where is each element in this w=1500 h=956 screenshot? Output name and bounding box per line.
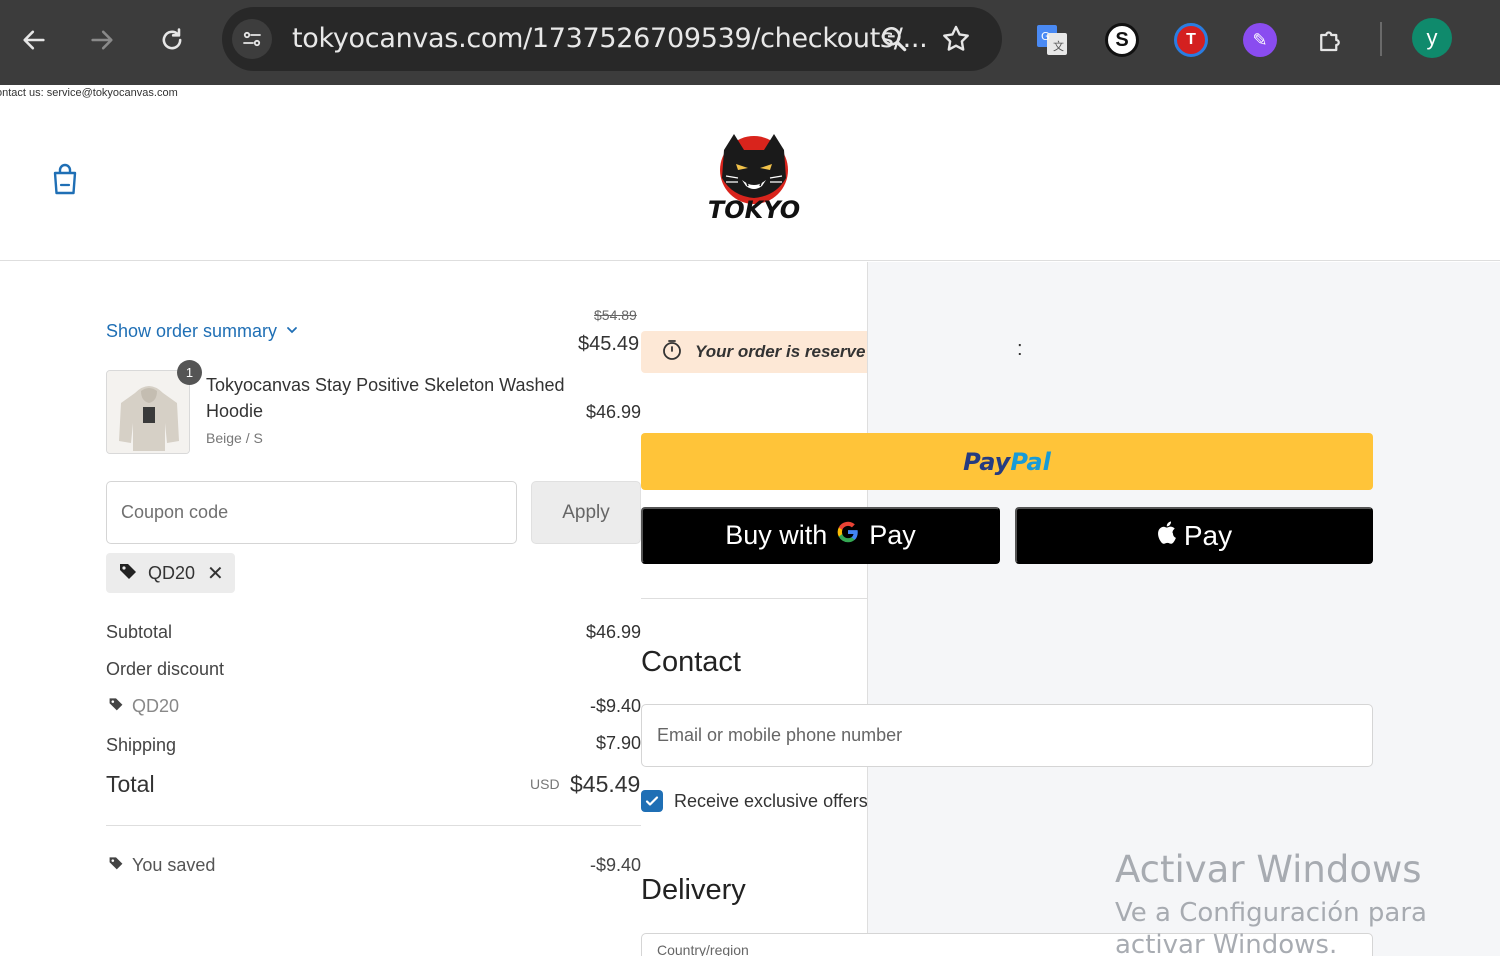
store-header: TOKYO [0, 100, 1500, 261]
apple-icon [1156, 519, 1180, 552]
forward-arrow-icon[interactable] [82, 20, 122, 60]
offers-checkbox[interactable] [641, 790, 663, 812]
paypal-button[interactable]: PayPal [641, 433, 1373, 490]
tag-icon [108, 696, 124, 717]
url-text[interactable]: tokyocanvas.com/1737526709539/checkouts/… [292, 23, 928, 54]
timer-separator: : [1017, 338, 1023, 360]
browser-toolbar: tokyocanvas.com/1737526709539/checkouts/… [0, 0, 1500, 85]
you-saved-label: You saved [132, 855, 216, 875]
timer-icon [661, 339, 683, 366]
apply-coupon-button[interactable]: Apply [531, 481, 641, 544]
address-bar[interactable]: tokyocanvas.com/1737526709539/checkouts/… [222, 7, 1002, 71]
product-price: $46.99 [586, 402, 642, 422]
svg-text:TOKYO: TOKYO [708, 196, 800, 224]
quantity-badge: 1 [177, 360, 202, 385]
express-checkout-divider [641, 598, 867, 599]
you-saved-value: -$9.40 [590, 855, 642, 875]
s-extension-icon[interactable]: S [1102, 20, 1142, 60]
shopping-bag-icon[interactable] [50, 163, 80, 197]
order-reserved-text: Your order is reserve [695, 342, 866, 361]
applied-discount-code: QD20 [148, 562, 196, 583]
tokyo-cat-logo[interactable]: TOKYO [706, 128, 802, 224]
tag-icon [108, 855, 124, 876]
site-info-icon[interactable] [232, 19, 272, 59]
subtotal-value: $46.99 [585, 622, 641, 642]
total-label: Total [106, 771, 155, 797]
applepay-label: Pay [1183, 519, 1233, 551]
discount-value: -$9.40 [589, 696, 641, 716]
discount-code-row: QD20 [108, 696, 179, 717]
product-thumbnail [106, 370, 190, 454]
back-arrow-icon[interactable] [14, 20, 54, 60]
toolbar-divider [1380, 22, 1382, 56]
profile-avatar[interactable]: y [1412, 18, 1452, 58]
applied-discount-chip: QD20 ✕ [106, 553, 235, 593]
svg-text:G: G [1041, 30, 1050, 43]
extensions-puzzle-icon[interactable] [1310, 20, 1350, 60]
product-variant: Beige / S [206, 430, 263, 446]
summary-total-price: $45.49 [578, 333, 640, 355]
show-order-summary-toggle[interactable]: Show order summary [106, 321, 299, 342]
paypal-logo: PayPal [963, 447, 1051, 476]
order-reserved-banner: Your order is reserve [641, 331, 867, 373]
shipping-label: Shipping [106, 735, 177, 755]
total-value: $45.49 [570, 771, 641, 797]
t-extension-icon[interactable]: T [1171, 20, 1211, 60]
offers-checkbox-label[interactable]: Receive exclusive offers a [674, 791, 867, 812]
zoom-icon[interactable] [878, 23, 910, 55]
apple-pay-button[interactable]: Pay [1015, 507, 1373, 564]
watermark-subtitle: Ve a Configuración para activar Windows. [1115, 898, 1427, 956]
product-name: Tokyocanvas Stay Positive Skeleton Washe… [206, 375, 565, 421]
gpay-prefix: Buy with [725, 520, 828, 550]
discount-code-label: QD20 [132, 696, 180, 716]
windows-activation-watermark: Activar Windows Ve a Configuración para … [1115, 848, 1500, 956]
subtotal-label: Subtotal [106, 622, 173, 642]
order-discount-label: Order discount [106, 659, 225, 679]
shipping-value: $7.90 [595, 733, 641, 753]
you-saved-row: You saved [108, 855, 215, 876]
country-region-label: Country/region [657, 942, 749, 956]
email-or-phone-input[interactable] [641, 704, 1373, 767]
total-currency: USD [530, 776, 560, 792]
watermark-title: Activar Windows [1115, 848, 1422, 891]
contact-heading: Contact [641, 646, 741, 678]
translate-extension-icon[interactable]: G文 [1032, 20, 1072, 60]
remove-discount-icon[interactable]: ✕ [207, 561, 224, 586]
order-summary-label: Show order summary [106, 321, 278, 341]
gpay-suffix: Pay [869, 520, 916, 550]
star-icon[interactable] [940, 23, 972, 55]
contact-email-banner: ontact us: service@tokyocanvas.com [0, 87, 178, 99]
chevron-down-icon [285, 321, 299, 342]
google-pay-button[interactable]: Buy with Pay [641, 507, 1000, 564]
purple-extension-icon[interactable]: ✎ [1240, 20, 1280, 60]
google-g-icon [835, 519, 861, 552]
tag-icon [118, 561, 138, 586]
delivery-heading: Delivery [641, 874, 746, 906]
summary-divider [106, 825, 641, 826]
coupon-code-input[interactable] [106, 481, 517, 544]
compare-at-price: $54.89 [594, 307, 637, 323]
svg-text:文: 文 [1053, 39, 1064, 53]
reload-icon[interactable] [152, 20, 192, 60]
